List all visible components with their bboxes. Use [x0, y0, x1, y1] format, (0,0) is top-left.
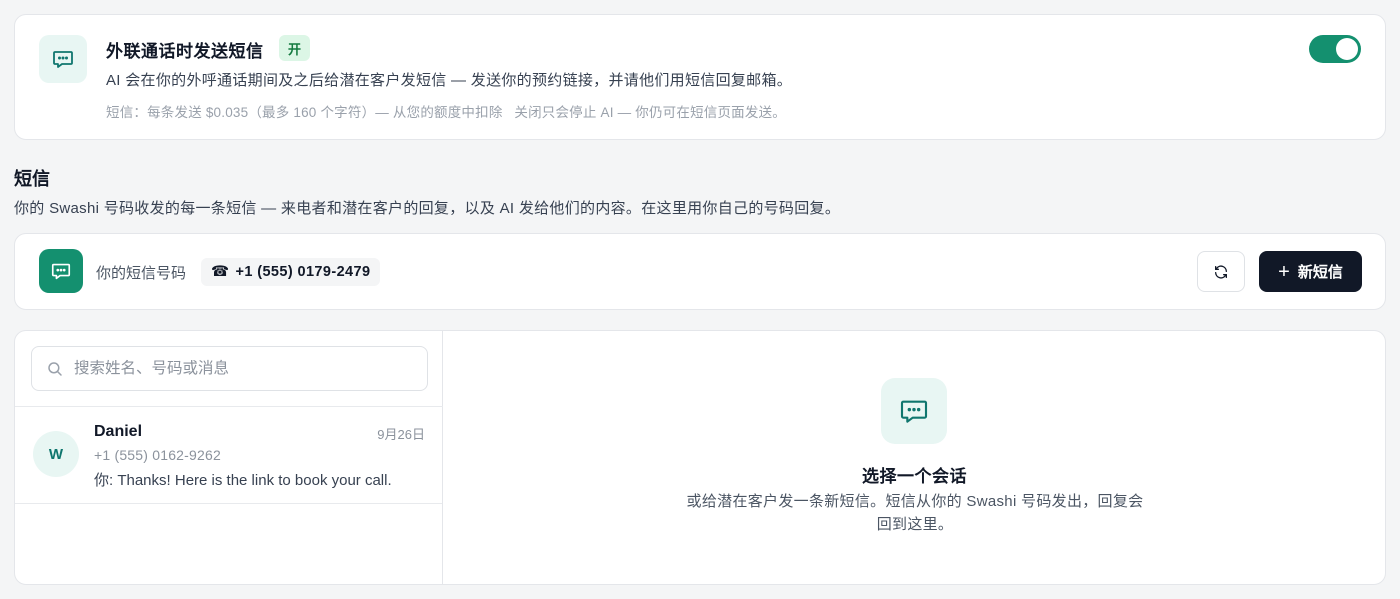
message-preview: 你: Thanks! Here is the link to book your… [94, 472, 392, 489]
refresh-icon [1215, 264, 1227, 279]
phone-icon: ☎ [211, 264, 230, 280]
refresh-button[interactable] [1197, 251, 1245, 292]
new-sms-button-label: 新短信 [1297, 264, 1343, 281]
new-sms-button[interactable]: + 新短信 [1259, 251, 1362, 292]
empty-state: 选择一个会话 或给潜在客户发一条新短信。短信从你的 Swashi 号码发出，回复… [444, 331, 1385, 584]
chat-bubble-icon [881, 378, 947, 444]
conversation-item[interactable]: W Daniel 9月26日 +1 (555) 0162-9262 你: Tha… [15, 407, 442, 504]
sms-number-bar: 你的短信号码 ☎ +1 (555) 0179-2479 + 新短信 [14, 233, 1386, 310]
search-box[interactable] [31, 346, 428, 391]
contact-phone: +1 (555) 0162-9262 [94, 447, 221, 463]
sms-number-label: 你的短信号码 [96, 265, 187, 282]
toggle-knob [1336, 38, 1358, 60]
status-badge: 开 [279, 35, 311, 61]
section-title: 短信 [14, 169, 50, 189]
contact-name: Daniel [94, 423, 143, 440]
messages-panel: W Daniel 9月26日 +1 (555) 0162-9262 你: Tha… [14, 330, 1386, 585]
settings-title: 外联通话时发送短信 [106, 42, 264, 61]
chat-bubble-icon [39, 35, 87, 83]
conversation-date: 9月26日 [377, 427, 425, 442]
outbound-sms-settings-card: 外联通话时发送短信 开 AI 会在你的外呼通话期间及之后给潜在客户发短信 — 发… [14, 14, 1386, 140]
search-input[interactable] [74, 347, 414, 390]
conversation-list: W Daniel 9月26日 +1 (555) 0162-9262 你: Tha… [15, 331, 443, 584]
sms-number-chip: ☎ +1 (555) 0179-2479 [201, 258, 381, 286]
plus-icon: + [1278, 260, 1290, 283]
settings-description: AI 会在你的外呼通话期间及之后给潜在客户发短信 — 发送你的预约链接，并请他们… [106, 72, 793, 89]
settings-pricing-note: 短信：每条发送 $0.035（最多 160 个字符）— 从您的额度中扣除 关闭只… [106, 105, 786, 120]
empty-state-title: 选择一个会话 [862, 467, 967, 486]
sms-phone-number: +1 (555) 0179-2479 [235, 264, 371, 280]
chat-bubble-icon [39, 249, 83, 293]
outbound-sms-toggle[interactable] [1309, 35, 1361, 63]
search-icon [48, 362, 62, 376]
avatar: W [33, 431, 79, 477]
empty-state-description: 或给潜在客户发一条新短信。短信从你的 Swashi 号码发出，回复会回到这里。 [686, 493, 1144, 533]
section-description: 你的 Swashi 号码收发的每一条短信 — 来电者和潜在客户的回复，以及 AI… [14, 200, 841, 217]
